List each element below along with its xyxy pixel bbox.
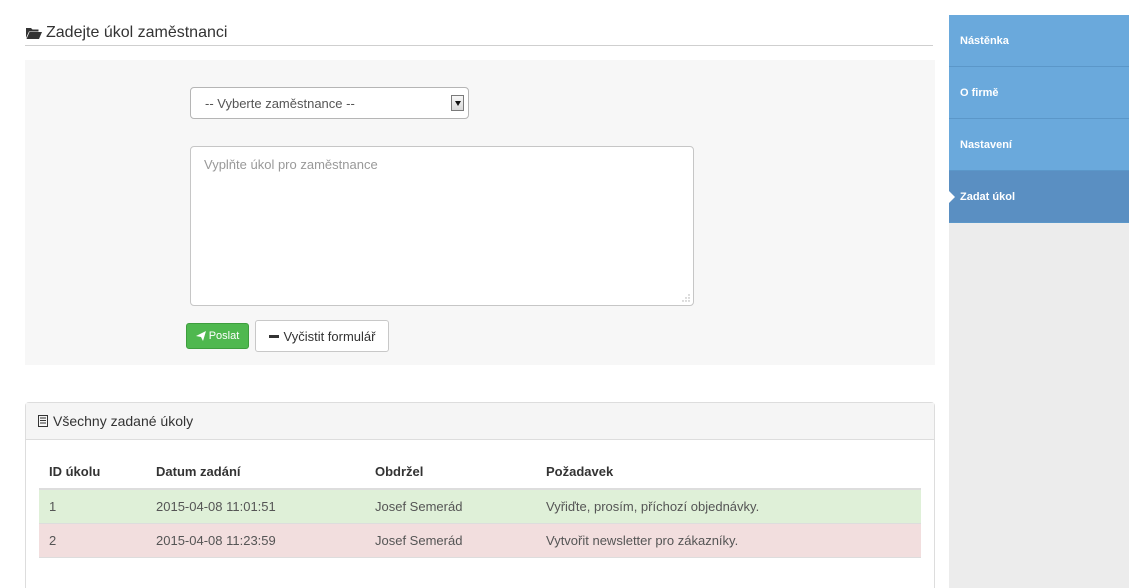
sidebar-item-label: Zadat úkol [960, 190, 1016, 203]
folder-open-icon [26, 28, 42, 39]
table-row: 1 2015-04-08 11:01:51 Josef Semerád Vyři… [39, 489, 921, 524]
resize-grip-icon[interactable] [682, 294, 690, 302]
tasks-panel-title: Všechny zadané úkoly [53, 413, 194, 429]
column-header-request: Požadavek [536, 454, 921, 490]
task-recipient-cell: Josef Semerád [365, 489, 536, 524]
sidebar-item-settings[interactable]: Nastavení [949, 119, 1129, 171]
sidebar-item-label: O firmě [960, 86, 999, 99]
minus-icon [268, 334, 279, 338]
send-button[interactable]: Poslat [186, 323, 249, 349]
task-request-cell: Vytvořit newsletter pro zákazníky. [536, 523, 921, 558]
document-icon [38, 415, 48, 427]
sidebar-item-label: Nastavení [960, 138, 1012, 151]
table-header-row: ID úkolu Datum zadání Obdržel Požadavek [39, 454, 921, 490]
sidebar-item-label: Nástěnka [960, 34, 1009, 47]
sidebar-item-about-company[interactable]: O firmě [949, 67, 1129, 119]
main-content: Zadejte úkol zaměstnanci -- Vyberte zamě… [0, 0, 948, 588]
task-recipient-cell: Josef Semerád [365, 523, 536, 558]
sidebar-item-dashboard[interactable]: Nástěnka [949, 15, 1129, 67]
chevron-down-icon[interactable] [451, 95, 464, 111]
sidebar: Nástěnka O firmě Nastavení Zadat úkol [949, 15, 1129, 588]
page-title: Zadejte úkol zaměstnanci [46, 24, 228, 41]
table-row: 2 2015-04-08 11:23:59 Josef Semerád Vytv… [39, 523, 921, 558]
task-textarea-placeholder: Vyplňte úkol pro zaměstnance [204, 157, 378, 172]
tasks-table: ID úkolu Datum zadání Obdržel Požadavek … [39, 454, 921, 558]
task-request-cell: Vyřiďte, prosím, příchozí objednávky. [536, 489, 921, 524]
paper-plane-icon [195, 331, 206, 341]
tasks-panel-heading: Všechny zadané úkoly [26, 403, 934, 440]
tasks-panel: Všechny zadané úkoly ID úkolu Datum zadá… [25, 402, 935, 588]
column-header-id: ID úkolu [39, 454, 146, 490]
sidebar-item-assign-task[interactable]: Zadat úkol [949, 171, 1129, 223]
clear-form-button-label: Vyčistit formulář [283, 328, 376, 344]
task-date-cell: 2015-04-08 11:23:59 [146, 523, 365, 558]
task-textarea[interactable]: Vyplňte úkol pro zaměstnance [190, 146, 694, 306]
column-header-date: Datum zadání [146, 454, 365, 490]
task-id-cell: 1 [39, 489, 146, 524]
active-caret-icon [949, 191, 955, 203]
task-id-cell: 2 [39, 523, 146, 558]
employee-select[interactable]: -- Vyberte zaměstnance -- [190, 87, 469, 119]
task-date-cell: 2015-04-08 11:01:51 [146, 489, 365, 524]
clear-form-button[interactable]: Vyčistit formulář [255, 320, 389, 352]
section-header: Zadejte úkol zaměstnanci [25, 23, 933, 46]
column-header-recipient: Obdržel [365, 454, 536, 490]
send-button-label: Poslat [208, 330, 240, 342]
employee-select-value: -- Vyberte zaměstnance -- [205, 96, 355, 111]
